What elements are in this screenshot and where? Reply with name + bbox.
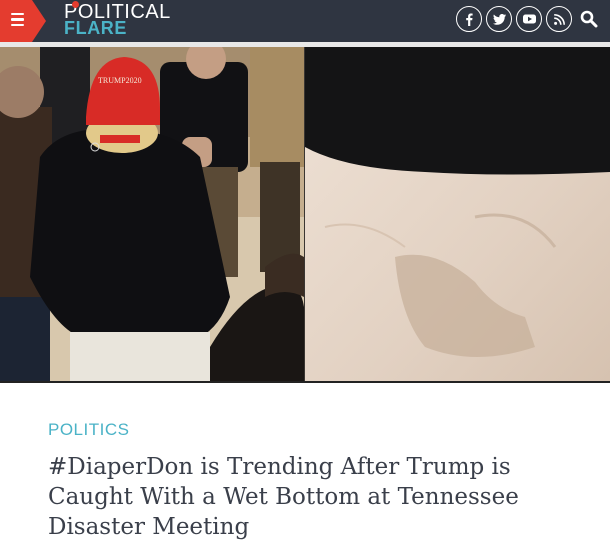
social-links — [456, 6, 602, 34]
search-icon[interactable] — [576, 6, 602, 32]
hamburger-icon — [11, 13, 24, 27]
menu-button[interactable] — [0, 0, 46, 42]
twitter-icon[interactable] — [486, 6, 512, 32]
site-logo[interactable]: POLITICAL FLARE — [64, 1, 171, 37]
featured-image[interactable]: TRUMP2020 — [0, 47, 610, 381]
logo-flame-dot — [72, 1, 79, 8]
youtube-icon[interactable] — [516, 6, 542, 32]
category-link[interactable]: POLITICS — [48, 420, 129, 440]
rss-icon[interactable] — [546, 6, 572, 32]
featured-photo-closeup — [305, 47, 610, 381]
article-headline[interactable]: #DiaperDon is Trending After Trump is Ca… — [48, 452, 568, 542]
facebook-icon[interactable] — [456, 6, 482, 32]
cap-text: TRUMP2020 — [98, 76, 142, 85]
featured-photo-crowd: TRUMP2020 — [0, 47, 304, 381]
site-header: POLITICAL FLARE — [0, 0, 610, 42]
image-bottom-rule — [0, 381, 610, 383]
